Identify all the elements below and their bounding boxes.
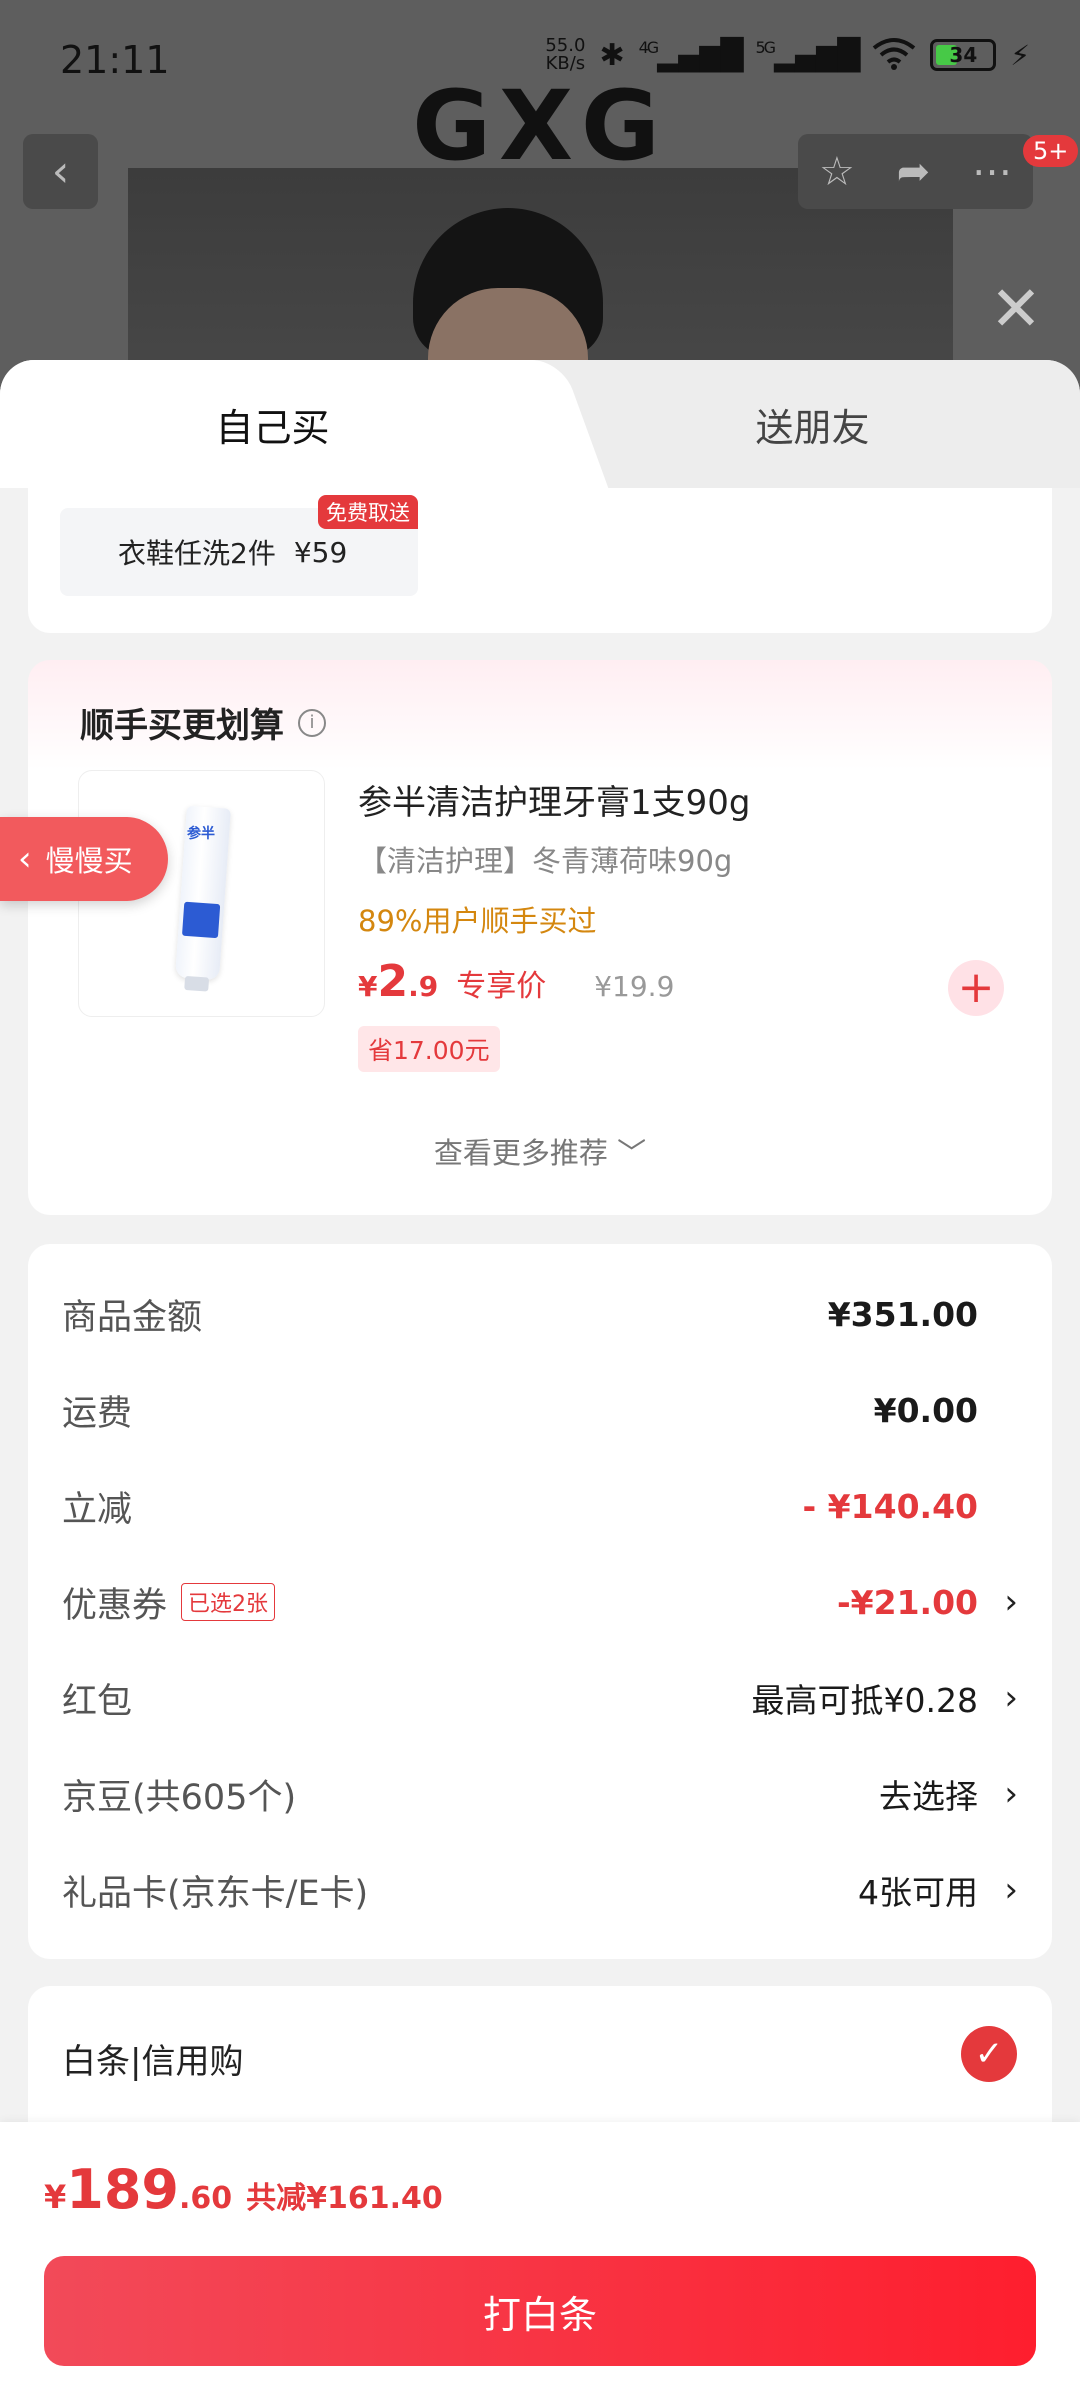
service-card: 衣鞋任洗2件 ¥59 免费取送 [28,488,1052,633]
payment-method-label: 白条|信用购 [62,2042,244,2082]
slow-buy-button[interactable]: ‹ 慢慢买 [0,817,168,901]
product-spec: 【清洁护理】冬青薄荷味90g [358,844,733,878]
signal-4g-icon: 4G▂▄▆█ [638,37,744,73]
back-button[interactable]: ‹ [23,134,98,209]
checkmark-icon[interactable]: ✓ [961,2026,1017,2082]
product-name[interactable]: 参半清洁护理牙膏1支90g [358,775,750,824]
network-speed: 55.0 KB/s [545,35,586,74]
exclusive-price: ¥2.9 [358,956,439,1007]
signal-5g-icon: 5G▂▄▆█ [755,37,860,73]
total-discount: 共减¥161.40 [246,2181,443,2216]
battery-icon: 34 [930,39,997,71]
summary-row-shipping: 运费 ¥0.00 [62,1390,978,1434]
summary-row-jd-beans[interactable]: 京豆(共605个) 去选择 › [28,1764,1052,1824]
chevron-right-icon: › [1004,1582,1018,1622]
background-product-page: GXG 21:11 55.0 KB/s ✱ 4G▂▄▆█ 5G▂▄▆█ 34 ⚡… [0,0,1080,400]
more-icon[interactable]: ⋯ [972,149,1012,195]
summary-row-gift-card[interactable]: 礼品卡(京东卡/E卡) 4张可用 › [28,1860,1052,1920]
close-icon[interactable]: ✕ [990,278,1042,340]
checkout-bar: ¥ 189 .60 共减¥161.40 打白条 [0,2122,1080,2400]
chevron-left-icon: ‹ [18,839,32,879]
chevron-right-icon: › [1004,1774,1018,1814]
status-time: 21:11 [60,38,170,82]
plus-icon: + [957,962,995,1013]
original-price: ¥19.9 [594,970,675,1003]
bluetooth-icon: ✱ [599,37,625,73]
more-recommendations-link[interactable]: 查看更多推荐 ﹀ [28,1130,1052,1172]
chevron-left-icon: ‹ [51,146,70,197]
upsell-title: 顺手买更划算 i [80,698,326,747]
status-bar: 21:11 55.0 KB/s ✱ 4G▂▄▆█ 5G▂▄▆█ 34 ⚡ [0,0,1080,110]
upsell-card: 顺手买更划算 i 参半 参半清洁护理牙膏1支90g 【清洁护理】冬青薄荷味90g… [28,660,1052,1215]
order-summary-card: 商品金额 ¥351.00 运费 ¥0.00 立减 - ¥140.40 优惠券 已… [28,1244,1052,1959]
tab-buy-self[interactable]: 自己买 [0,360,545,488]
purchase-type-tabs: 送朋友 自己买 [0,360,1080,488]
summary-row-red-packet[interactable]: 红包 最高可抵¥0.28 › [28,1668,1052,1728]
tab-gift-friend[interactable]: 送朋友 [545,360,1080,488]
summary-row-instant-discount: 立减 - ¥140.40 [62,1486,978,1530]
free-pickup-badge: 免费取送 [318,495,418,529]
summary-row-goods-amount: 商品金额 ¥351.00 [62,1294,978,1338]
add-to-order-button[interactable]: + [948,960,1004,1016]
order-total: ¥ 189 .60 共减¥161.40 [44,2158,443,2221]
chevron-right-icon: › [1004,1870,1018,1910]
star-icon[interactable]: ☆ [819,149,855,195]
save-badge: 省17.00元 [358,1026,500,1072]
info-icon[interactable]: i [298,708,326,737]
nav-actions: ☆ ➦ ⋯ [798,134,1033,209]
pay-with-baitiao-button[interactable]: 打白条 [44,2256,1036,2366]
message-badge: 5+ [1023,135,1079,167]
checkout-sheet: 送朋友 自己买 衣鞋任洗2件 ¥59 免费取送 顺手买更划算 i 参半 参半清洁… [0,360,1080,2400]
product-price-row: ¥2.9 专享价 ¥19.9 [358,956,674,1007]
coupon-selected-tag: 已选2张 [181,1583,276,1621]
summary-row-coupon[interactable]: 优惠券 已选2张 -¥21.00 › [28,1572,1052,1632]
share-icon[interactable]: ➦ [897,149,931,195]
exclusive-price-label: 专享价 [456,969,547,1004]
social-proof: 89%用户顺手买过 [358,904,597,938]
wifi-icon [872,36,916,74]
charging-icon: ⚡ [1010,38,1030,72]
chevron-right-icon: › [1004,1678,1018,1718]
